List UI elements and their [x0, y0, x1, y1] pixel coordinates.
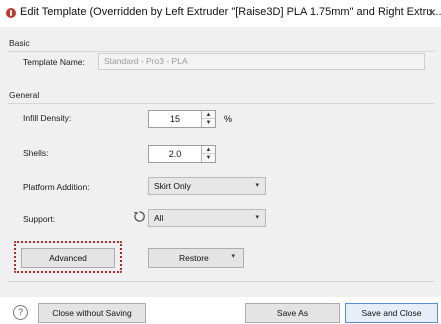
- dialog-content: Basic Template Name: Standard - Pro3 - P…: [0, 27, 441, 297]
- chevron-down-icon: ▾: [255, 182, 259, 189]
- chevron-down-icon: ▾: [231, 253, 235, 260]
- template-name-field[interactable]: Standard - Pro3 - PLA: [98, 53, 425, 70]
- general-section-label: General: [9, 90, 40, 100]
- close-icon[interactable]: ×: [425, 4, 439, 20]
- infill-density-label: Infill Density:: [23, 113, 72, 123]
- alert-circle-icon: [6, 8, 16, 18]
- support-selected: All: [154, 213, 164, 223]
- close-without-saving-button[interactable]: Close without Saving: [38, 303, 146, 323]
- template-name-label: Template Name:: [23, 57, 85, 67]
- shells-label: Shells:: [23, 148, 49, 158]
- increment-icon[interactable]: ▲: [202, 111, 215, 119]
- general-divider: [8, 103, 435, 104]
- shells-stepper[interactable]: 2.0 ▲ ▼: [148, 145, 216, 163]
- decrement-icon[interactable]: ▼: [202, 154, 215, 162]
- save-and-close-button[interactable]: Save and Close: [345, 303, 438, 323]
- restore-button-label: Restore: [179, 253, 209, 263]
- decrement-icon[interactable]: ▼: [202, 119, 215, 127]
- platform-addition-selected: Skirt Only: [154, 181, 191, 191]
- infill-density-stepper[interactable]: 15 ▲ ▼: [148, 110, 216, 128]
- window-title: Edit Template (Overridden by Left Extrud…: [20, 6, 441, 18]
- restore-button[interactable]: Restore ▾: [148, 248, 244, 268]
- shells-value[interactable]: 2.0: [149, 146, 201, 162]
- reset-icon[interactable]: [133, 210, 146, 223]
- help-icon[interactable]: ?: [13, 305, 28, 320]
- support-label: Support:: [23, 214, 56, 224]
- advanced-button[interactable]: Advanced: [21, 248, 115, 268]
- chevron-down-icon: ▾: [255, 214, 259, 221]
- save-as-button[interactable]: Save As: [245, 303, 340, 323]
- title-bar: Edit Template (Overridden by Left Extrud…: [0, 0, 441, 27]
- general-bottom-divider: [8, 281, 435, 282]
- platform-addition-select[interactable]: Skirt Only ▾: [148, 177, 266, 195]
- basic-divider: [8, 51, 435, 52]
- basic-section-label: Basic: [9, 38, 30, 48]
- infill-density-unit: %: [224, 114, 233, 124]
- platform-addition-label: Platform Addition:: [23, 182, 90, 192]
- support-select[interactable]: All ▾: [148, 209, 266, 227]
- shells-spin-buttons[interactable]: ▲ ▼: [201, 146, 215, 162]
- infill-density-value[interactable]: 15: [149, 111, 201, 127]
- increment-icon[interactable]: ▲: [202, 146, 215, 154]
- infill-density-spin-buttons[interactable]: ▲ ▼: [201, 111, 215, 127]
